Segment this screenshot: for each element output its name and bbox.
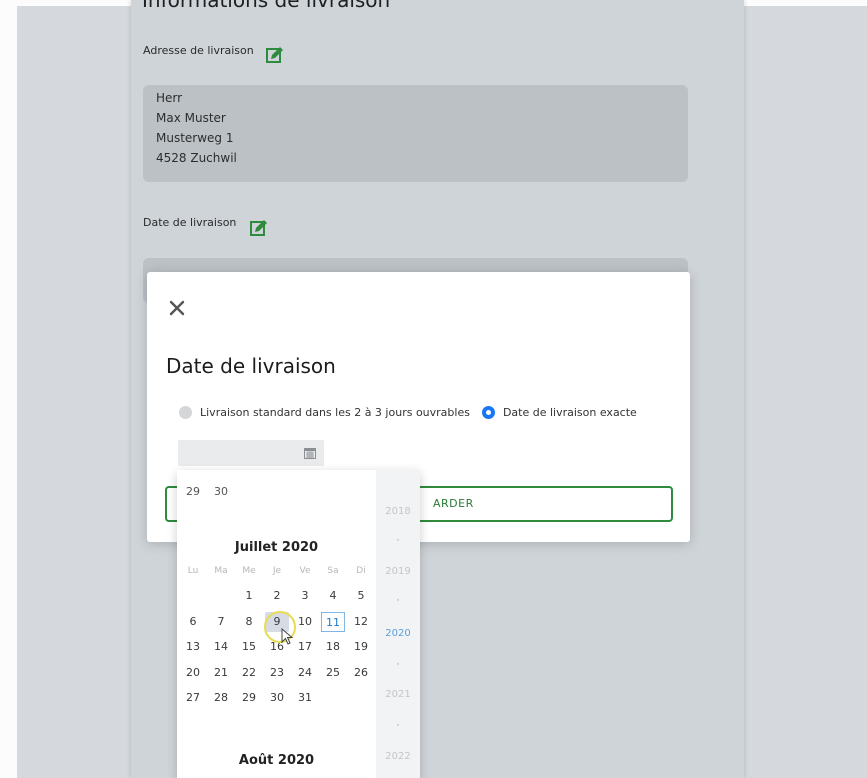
- radio-standard-label[interactable]: Livraison standard dans les 2 à 3 jours …: [200, 406, 470, 419]
- address-label: Adresse de livraison: [143, 44, 254, 57]
- year-item[interactable]: 2019: [376, 566, 420, 577]
- calendar-day[interactable]: 26: [349, 663, 373, 683]
- save-button-label: ARDER: [433, 497, 474, 510]
- calendar-day[interactable]: 22: [237, 663, 261, 683]
- calendar-day[interactable]: 31: [293, 688, 317, 708]
- year-item[interactable]: 2018: [376, 506, 420, 517]
- calendar-day[interactable]: 5: [349, 586, 373, 606]
- edit-date-icon[interactable]: [249, 218, 269, 238]
- calendar-day-prev[interactable]: 30: [209, 482, 233, 502]
- radio-standard[interactable]: [179, 405, 192, 419]
- calendar-icon[interactable]: [304, 447, 316, 459]
- year-separator-dot: •: [395, 596, 401, 605]
- calendar-day[interactable]: 30: [265, 688, 289, 708]
- calendar-day[interactable]: 28: [209, 688, 233, 708]
- date-input[interactable]: [178, 440, 324, 466]
- year-separator-dot: •: [395, 721, 401, 730]
- year-separator-dot: •: [395, 660, 401, 669]
- year-column: 2018 • 2019 • 2020 • 2021 • 2022: [376, 470, 420, 778]
- calendar-day[interactable]: 1: [237, 586, 261, 606]
- month-title-august: Août 2020: [238, 753, 315, 768]
- date-picker-dropdown: 29 30 Juillet 2020 Lu Ma Me Je Ve Sa Di …: [177, 470, 420, 778]
- calendar-day[interactable]: 15: [237, 637, 261, 657]
- weekday-label: Sa: [327, 566, 339, 576]
- section-title: Informations de livraison: [142, 0, 391, 12]
- calendar-day-prev[interactable]: 29: [181, 482, 205, 502]
- calendar-day[interactable]: 8: [237, 612, 261, 632]
- address-line: 4528 Zuchwil: [156, 151, 237, 165]
- mouse-cursor-icon: [281, 628, 294, 645]
- year-item[interactable]: 2022: [376, 751, 420, 762]
- address-line: Herr: [156, 91, 183, 105]
- weekday-label: Me: [242, 566, 256, 576]
- calendar-day[interactable]: 4: [321, 586, 345, 606]
- calendar-day[interactable]: 6: [181, 612, 205, 632]
- radio-exact[interactable]: [481, 405, 495, 419]
- calendar-day[interactable]: 13: [181, 637, 205, 657]
- calendar-day[interactable]: 18: [321, 637, 345, 657]
- calendar-day[interactable]: 14: [209, 637, 233, 657]
- address-line: Max Muster: [156, 111, 226, 125]
- close-icon[interactable]: [169, 300, 185, 316]
- calendar-day[interactable]: 3: [293, 586, 317, 606]
- delivery-option-row: Livraison standard dans les 2 à 3 jours …: [179, 404, 637, 420]
- weekday-label: Lu: [187, 566, 199, 576]
- modal-title: Date de livraison: [166, 354, 336, 378]
- weekday-label: Je: [272, 566, 282, 576]
- address-box: Herr Max Muster Musterweg 1 4528 Zuchwil: [143, 85, 688, 182]
- calendar-day[interactable]: 20: [181, 663, 205, 683]
- year-separator-dot: •: [395, 536, 401, 545]
- calendar-day[interactable]: 24: [293, 663, 317, 683]
- month-title-july: Juillet 2020: [234, 540, 319, 555]
- calendar-day[interactable]: 27: [181, 688, 205, 708]
- weekday-label: Di: [356, 566, 366, 576]
- calendar-day[interactable]: 29: [237, 688, 261, 708]
- year-item-current[interactable]: 2020: [376, 628, 420, 639]
- calendar-day[interactable]: 11: [321, 612, 345, 632]
- address-line: Musterweg 1: [156, 131, 234, 145]
- year-item[interactable]: 2021: [376, 689, 420, 700]
- calendar-day[interactable]: 23: [265, 663, 289, 683]
- calendar-day[interactable]: 2: [265, 586, 289, 606]
- calendar-day[interactable]: 10: [293, 612, 317, 632]
- weekday-label: Ma: [214, 566, 228, 576]
- calendar-day[interactable]: 19: [349, 637, 373, 657]
- radio-exact-label[interactable]: Date de livraison exacte: [503, 406, 637, 419]
- calendar-day[interactable]: 25: [321, 663, 345, 683]
- weekday-label: Ve: [299, 566, 311, 576]
- edit-address-icon[interactable]: [265, 45, 285, 65]
- calendar-day[interactable]: 7: [209, 612, 233, 632]
- calendar-day[interactable]: 12: [349, 612, 373, 632]
- calendar-day[interactable]: 21: [209, 663, 233, 683]
- delivery-date-label: Date de livraison: [143, 216, 237, 229]
- calendar-day[interactable]: 17: [293, 637, 317, 657]
